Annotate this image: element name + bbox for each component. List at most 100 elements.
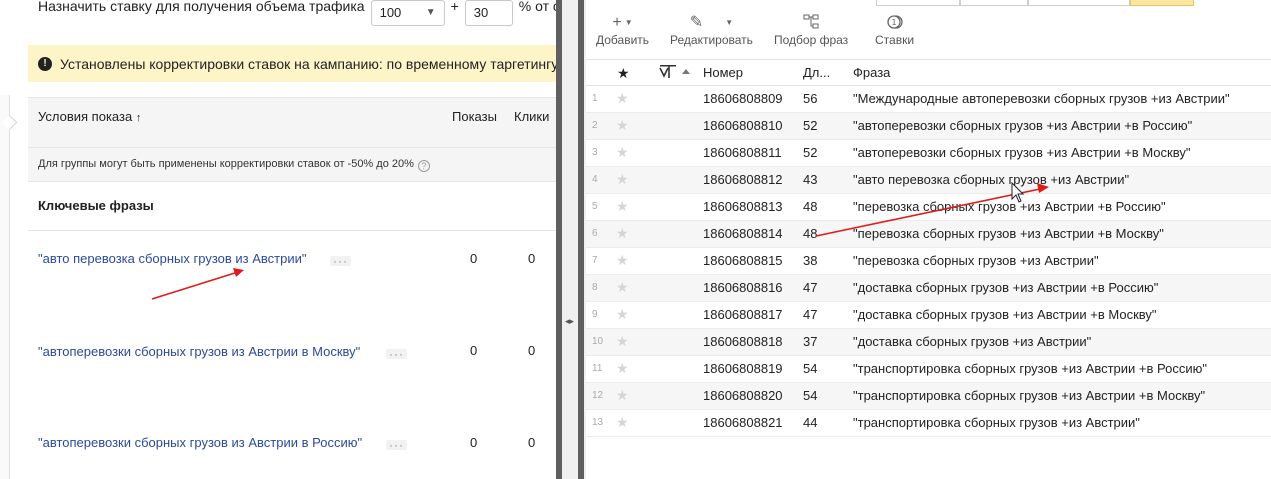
divider	[28, 230, 556, 231]
star-icon[interactable]: ★	[616, 90, 629, 107]
table-row[interactable]: 1 ★ 18606808809 56 "Международные автоперево…	[586, 86, 1271, 113]
phrase-grid: 1 ★ 18606808809 56 "Международные автоперево…	[586, 86, 1271, 437]
row-number: 12	[592, 390, 604, 401]
plus-icon: + ▼	[612, 14, 633, 31]
coins-icon: 1	[875, 13, 914, 33]
star-icon[interactable]: ★	[616, 198, 629, 215]
column-number[interactable]: Номер	[703, 65, 743, 80]
keyword-clicks: 0	[528, 435, 536, 450]
phrase-id: 18606808820	[703, 388, 783, 403]
phrase-length: 47	[803, 307, 818, 322]
info-icon: !	[38, 56, 52, 71]
phrase-length: 54	[803, 388, 818, 403]
top-filter-inputs	[876, 0, 1194, 6]
table-row[interactable]: 13 ★ 18606808821 44 "транспортировка сборных…	[586, 410, 1271, 437]
filter-input[interactable]	[960, 0, 1028, 6]
column-conditions[interactable]: Условия показа ↑	[38, 109, 141, 124]
more-icon[interactable]: ···	[386, 348, 407, 360]
table-row[interactable]: 6 ★ 18606808814 48 "перевозка сборных грузов…	[586, 221, 1271, 248]
add-button[interactable]: + ▼ Добавить	[596, 13, 649, 47]
more-icon[interactable]: ···	[386, 439, 407, 451]
table-row[interactable]: 5 ★ 18606808813 48 "перевозка сборных грузов…	[586, 194, 1271, 221]
filter-input[interactable]	[1028, 0, 1130, 6]
phrase-id: 18606808813	[703, 199, 783, 214]
phrase-id: 18606808821	[703, 415, 783, 430]
star-icon[interactable]: ★	[616, 360, 629, 377]
toolbar: + ▼ Добавить ✎ ▼ Редактировать Подбор фраз…	[586, 8, 1271, 60]
more-icon[interactable]: ···	[330, 255, 351, 267]
phrase-id: 18606808809	[703, 91, 783, 106]
column-shows[interactable]: Показы	[452, 109, 497, 124]
phrase-length: 47	[803, 280, 818, 295]
phrase-text: "перевозка сборных грузов +из Австрии +в…	[853, 199, 1166, 214]
table-row[interactable]: 11 ★ 18606808819 54 "транспортировка сборных…	[586, 356, 1271, 383]
percent-input[interactable]: 30	[464, 0, 513, 26]
campaign-pane: Назначить ставку для получения объема тр…	[0, 0, 556, 479]
column-clicks[interactable]: Клики	[514, 109, 549, 124]
phrase-editor-pane: + ▼ Добавить ✎ ▼ Редактировать Подбор фраз…	[586, 0, 1271, 479]
star-icon[interactable]: ★	[616, 171, 629, 188]
column-phrase[interactable]: Фраза	[853, 65, 890, 80]
phrase-length: 48	[803, 199, 818, 214]
table-row[interactable]: 7 ★ 18606808815 38 "перевозка сборных грузов…	[586, 248, 1271, 275]
star-icon[interactable]: ★	[616, 252, 629, 269]
filter-action-button[interactable]	[1130, 0, 1194, 6]
row-number: 6	[592, 228, 598, 239]
keyword-clicks: 0	[528, 343, 536, 358]
pane-splitter[interactable]: ◂▸	[556, 0, 586, 479]
keyword-link[interactable]: "автоперевозки сборных грузов из Австрии…	[38, 344, 360, 359]
phrase-text: "транспортировка сборных грузов +из Авст…	[853, 415, 1140, 430]
help-icon[interactable]: ?	[417, 160, 430, 172]
keyword-link[interactable]: "авто перевозка сборных грузов из Австри…	[38, 251, 306, 266]
star-icon[interactable]: ★	[616, 414, 629, 431]
star-icon[interactable]: ★	[616, 279, 629, 296]
phrase-length: 38	[803, 253, 818, 268]
bids-button[interactable]: 1 Ставки	[875, 13, 914, 47]
table-row[interactable]: 12 ★ 18606808820 54 "транспортировка сборных…	[586, 383, 1271, 410]
table-row[interactable]: 3 ★ 18606808811 52 "автоперевозки сборных гр…	[586, 140, 1271, 167]
phrase-text: "автоперевозки сборных грузов +из Австри…	[853, 118, 1193, 133]
phrase-id: 18606808814	[703, 226, 783, 241]
pick-phrases-button[interactable]: Подбор фраз	[774, 13, 848, 47]
star-icon[interactable]: ★	[616, 225, 629, 242]
chevron-down-icon: ▼	[425, 7, 436, 18]
column-star[interactable]: ★	[617, 65, 630, 82]
keyword-clicks: 0	[528, 251, 536, 266]
table-row[interactable]: 4 ★ 18606808812 43 "авто перевозка сборных г…	[586, 167, 1271, 194]
row-number: 7	[592, 255, 598, 266]
traffic-bid-row: Назначить ставку для получения объема тр…	[38, 0, 556, 26]
star-icon[interactable]: ★	[616, 333, 629, 350]
row-number: 2	[592, 120, 598, 131]
star-icon[interactable]: ★	[616, 387, 629, 404]
resize-grip-icon[interactable]: ◂▸	[565, 316, 574, 327]
phrase-length: 43	[803, 172, 818, 187]
conditions-table-header: Условия показа ↑ Показы Клики	[28, 97, 556, 147]
star-icon[interactable]: ★	[616, 117, 629, 134]
collapsed-sidebar[interactable]	[0, 95, 10, 479]
keywords-title: Ключевые фразы	[38, 198, 154, 213]
column-length[interactable]: Дл...	[803, 65, 830, 80]
phrase-text: "транспортировка сборных грузов +из Авст…	[853, 361, 1207, 376]
keyword-shows: 0	[470, 251, 478, 266]
column-filter-icon[interactable]	[659, 65, 693, 82]
phrase-text: "доставка сборных грузов +из Австрии"	[853, 334, 1092, 349]
star-icon[interactable]: ★	[616, 306, 629, 323]
keyword-shows: 0	[470, 435, 478, 450]
edit-button[interactable]: ✎ ▼ Редактировать	[670, 13, 753, 47]
star-icon[interactable]: ★	[616, 144, 629, 161]
table-row[interactable]: 10 ★ 18606808818 37 "доставка сборных грузов…	[586, 329, 1271, 356]
bid-adjustment-notice: ! Установлены корректировки ставок на ка…	[28, 45, 556, 82]
traffic-volume-select[interactable]: 100 ▼	[370, 0, 445, 26]
table-row[interactable]: 2 ★ 18606808810 52 "автоперевозки сборных гр…	[586, 113, 1271, 140]
filter-input[interactable]	[876, 0, 960, 6]
row-number: 5	[592, 201, 598, 212]
phrase-grid-header: ★ Номер Дл... Фраза	[586, 60, 1271, 86]
table-row[interactable]: 9 ★ 18606808817 47 "доставка сборных грузов …	[586, 302, 1271, 329]
row-number: 1	[592, 93, 598, 104]
keyword-link[interactable]: "автоперевозки сборных грузов из Австрии…	[38, 435, 362, 450]
phrase-id: 18606808818	[703, 334, 783, 349]
splitter-border-left	[556, 0, 562, 479]
traffic-label: Назначить ставку для получения объема тр…	[38, 0, 365, 14]
table-row[interactable]: 8 ★ 18606808816 47 "доставка сборных грузов …	[586, 275, 1271, 302]
phrase-id: 18606808812	[703, 172, 783, 187]
